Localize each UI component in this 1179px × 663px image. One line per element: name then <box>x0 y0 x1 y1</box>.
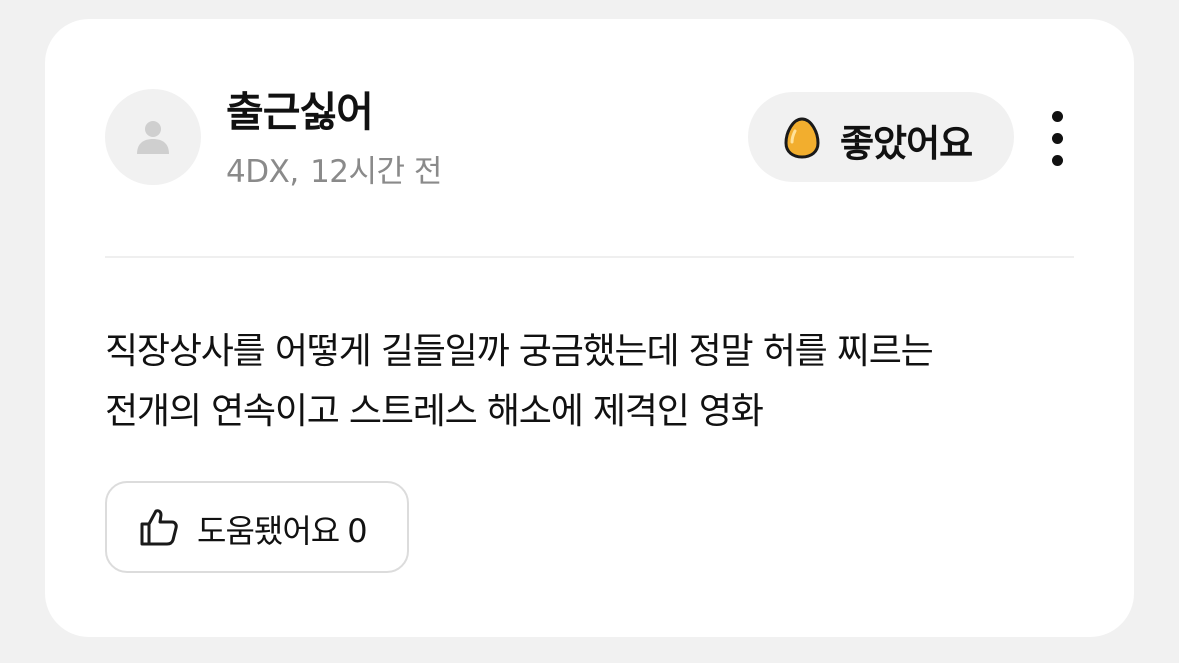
thumbs-up-icon <box>140 509 178 546</box>
meta-separator: , <box>289 154 299 190</box>
divider <box>105 256 1074 258</box>
egg-icon <box>784 117 820 159</box>
more-options-button[interactable] <box>1041 111 1075 167</box>
more-vertical-icon-dot <box>1052 133 1063 144</box>
user-icon <box>137 121 169 154</box>
format-label: 4DX <box>226 154 290 190</box>
helpful-button[interactable]: 도움됐어요 0 <box>105 481 409 573</box>
rating-badge[interactable]: 좋았어요 <box>748 92 1014 182</box>
more-vertical-icon <box>1052 111 1063 122</box>
helpful-count: 0 <box>347 512 367 550</box>
helpful-text: 도움됐어요 <box>197 512 340 550</box>
review-body-line: 전개의 연속이고 스트레스 해소에 제격인 영화 <box>105 391 764 432</box>
author-name: 출근싫어 <box>226 88 374 136</box>
time-ago: 12시간 전 <box>310 154 442 190</box>
review-body-line: 직장상사를 어떻게 길들일까 궁금했는데 정말 허를 찌르는 <box>105 331 934 372</box>
review-card: 출근싫어 4DX, 12시간 전 좋았어요 직장상사를 어떻게 길들일까 궁금했… <box>45 19 1134 637</box>
rating-label: 좋았어요 <box>840 122 973 165</box>
more-vertical-icon-dot <box>1052 155 1063 166</box>
avatar <box>105 89 201 185</box>
review-meta: 4DX, 12시간 전 <box>226 154 442 191</box>
helpful-label: 도움됐어요 0 <box>197 506 368 552</box>
review-body: 직장상사를 어떻게 길들일까 궁금했는데 정말 허를 찌르는 전개의 연속이고 … <box>105 322 1085 442</box>
